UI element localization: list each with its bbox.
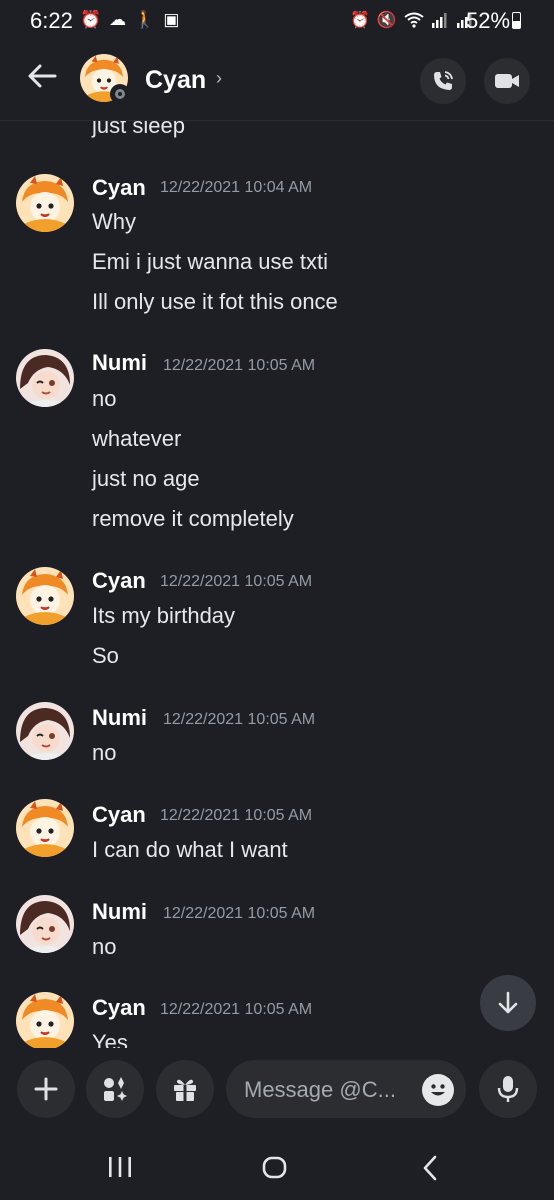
- apps-icon: [104, 1077, 127, 1101]
- avatar[interactable]: [16, 702, 74, 760]
- message-text: whatever: [92, 426, 182, 451]
- add-attachment-button[interactable]: [17, 1060, 75, 1118]
- gift-icon: [174, 1079, 196, 1101]
- status-right-icons: ⏰ 🔇: [350, 10, 474, 30]
- chevron-right-icon[interactable]: ›: [216, 68, 222, 89]
- weather-icon: ☁: [109, 10, 127, 29]
- avatar[interactable]: [16, 895, 74, 953]
- avatar[interactable]: [16, 349, 74, 407]
- image-icon: ▣: [163, 10, 180, 29]
- message-text: no: [92, 740, 117, 765]
- message-timestamp: 12/22/2021 10:05 AM: [163, 357, 316, 374]
- message-composer: Message @C...: [0, 1048, 554, 1138]
- avatar[interactable]: [16, 174, 74, 232]
- message-text: remove it completely: [92, 506, 294, 531]
- battery-percent: 52%: [466, 8, 511, 33]
- message-text: just no age: [92, 466, 200, 491]
- mute-icon: 🔇: [376, 12, 397, 29]
- message-text: Emi i just wanna use txti: [92, 249, 328, 274]
- system-nav-bar: [0, 1138, 554, 1200]
- message-author[interactable]: Numi: [92, 705, 147, 731]
- message-author[interactable]: Cyan: [92, 802, 146, 828]
- status-time: 6:22: [30, 8, 73, 33]
- message-author[interactable]: Numi: [92, 899, 147, 925]
- message-timestamp: 12/22/2021 10:05 AM: [163, 711, 316, 728]
- message-timestamp: 12/22/2021 10:05 AM: [160, 573, 313, 590]
- message-text: no: [92, 386, 117, 411]
- plus-icon: [34, 1077, 58, 1101]
- battery-icon: [512, 12, 521, 29]
- message-text: Its my birthday: [92, 603, 236, 628]
- channel-name[interactable]: Cyan: [145, 66, 206, 95]
- voice-message-button[interactable]: [479, 1060, 537, 1118]
- message-input-placeholder: Message @C...: [244, 1077, 396, 1102]
- message-text: Why: [92, 209, 136, 234]
- message-text: I can do what I want: [92, 837, 288, 862]
- message-author[interactable]: Cyan: [92, 568, 146, 594]
- message-timestamp: 12/22/2021 10:04 AM: [160, 179, 313, 196]
- message-text: So: [92, 643, 119, 668]
- alarm-icon: ⏰: [80, 10, 102, 29]
- voice-call-button[interactable]: [420, 58, 466, 104]
- jump-to-bottom-button[interactable]: [480, 975, 536, 1031]
- message-timestamp: 12/22/2021 10:05 AM: [160, 1001, 313, 1018]
- phone-icon: [434, 71, 453, 90]
- walking-icon: 🚶: [134, 10, 156, 29]
- video-call-button[interactable]: [484, 58, 530, 104]
- message-input[interactable]: Message @C...: [226, 1060, 466, 1118]
- chat-header: Cyan ›: [0, 44, 554, 121]
- avatar[interactable]: [16, 992, 74, 1048]
- back-icon[interactable]: [421, 1155, 439, 1181]
- avatar[interactable]: [16, 567, 74, 625]
- recent-apps-icon[interactable]: [107, 1156, 133, 1178]
- message-text: Yes: [92, 1030, 128, 1048]
- gift-button[interactable]: [156, 1060, 214, 1118]
- arrow-down-icon: [498, 991, 518, 1014]
- message-timestamp: 12/22/2021 10:05 AM: [160, 807, 313, 824]
- apps-button[interactable]: [86, 1060, 144, 1118]
- message-timestamp: 12/22/2021 10:05 AM: [163, 905, 316, 922]
- home-icon[interactable]: [262, 1156, 288, 1180]
- message-text: no: [92, 934, 117, 959]
- emoji-smile-icon: [431, 1084, 445, 1096]
- message-author[interactable]: Cyan: [92, 175, 146, 201]
- back-arrow-icon[interactable]: [22, 62, 62, 98]
- status-indicator: [110, 84, 130, 104]
- message-list[interactable]: just sleep Cyan 12/22/2021 10:04 AM Why …: [0, 121, 554, 1048]
- avatar[interactable]: [16, 799, 74, 857]
- emoji-button[interactable]: [422, 1074, 454, 1106]
- message-author[interactable]: Numi: [92, 350, 147, 376]
- status-left-icons: ⏰ ☁ 🚶 ▣: [80, 10, 179, 30]
- signal-icon: [431, 13, 447, 28]
- status-bar: 6:22 ⏰ ☁ 🚶 ▣ ⏰ 🔇 52%: [0, 0, 554, 44]
- microphone-icon: [497, 1076, 519, 1102]
- message-text: Ill only use it fot this once: [92, 289, 338, 314]
- wifi-icon: [404, 12, 424, 28]
- message-text: just sleep: [92, 121, 185, 138]
- alarm-icon: ⏰: [350, 12, 370, 29]
- video-camera-icon: [495, 74, 519, 88]
- message-author[interactable]: Cyan: [92, 995, 146, 1021]
